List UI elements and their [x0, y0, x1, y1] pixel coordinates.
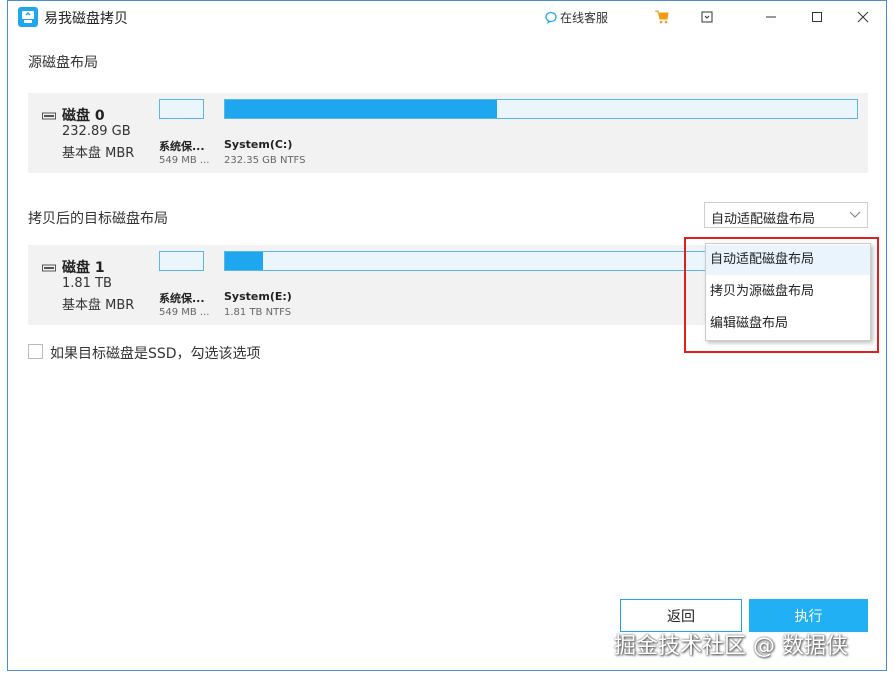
source-partition-c-usage [225, 100, 497, 118]
close-button[interactable] [852, 7, 874, 27]
watermark: 掘金技术社区 @ 数据侠 [614, 634, 848, 659]
close-icon [857, 11, 869, 23]
red-highlight-box [684, 237, 879, 353]
target-partition-reserved-label: 系统保... [159, 292, 205, 305]
hard-drive-icon [42, 112, 56, 120]
app-logo-icon [18, 7, 38, 27]
source-partition-reserved-size: 549 MB ... [159, 155, 210, 166]
target-partition-reserved-size: 549 MB ... [159, 307, 210, 318]
target-section-title: 拷贝后的目标磁盘布局 [28, 211, 168, 227]
source-disk-name: 磁盘 0 [62, 108, 105, 124]
layout-select-value: 自动适配磁盘布局 [711, 212, 816, 227]
source-partition-reserved-label: 系统保... [159, 140, 205, 153]
title-bar: 易我磁盘拷贝 在线客服 [8, 1, 886, 33]
source-partition-c-size: 232.35 GB NTFS [224, 155, 306, 166]
ssd-checkbox-label: 如果目标磁盘是SSD，勾选该选项 [50, 346, 261, 362]
layout-select[interactable]: 自动适配磁盘布局 [704, 202, 868, 228]
maximize-button[interactable] [806, 7, 828, 27]
menu-square-icon [701, 11, 713, 23]
menu-button[interactable] [696, 7, 718, 27]
ssd-checkbox[interactable] [28, 344, 43, 359]
source-partition-system-reserved[interactable] [159, 99, 204, 119]
online-support-link[interactable]: 在线客服 [544, 9, 608, 26]
hard-drive-icon [42, 264, 56, 272]
target-disk-type: 基本盘 MBR [62, 298, 135, 313]
source-partition-c[interactable] [224, 99, 858, 119]
minimize-button[interactable] [760, 7, 782, 27]
source-section-title: 源磁盘布局 [28, 55, 98, 71]
minimize-icon [766, 16, 776, 18]
target-partition-e-size: 1.81 TB NTFS [224, 307, 292, 318]
source-disk-type: 基本盘 MBR [62, 146, 135, 161]
cart-icon[interactable] [654, 9, 670, 25]
app-window: 易我磁盘拷贝 在线客服 源磁盘布局 磁盘 0 232.89 GB 基本盘 MBR [7, 0, 887, 671]
source-disk-panel: 磁盘 0 232.89 GB 基本盘 MBR 系统保... 549 MB ...… [28, 93, 868, 173]
app-title: 易我磁盘拷贝 [44, 11, 128, 27]
source-partition-c-label: System(C:) [224, 138, 293, 151]
target-disk-size: 1.81 TB [62, 276, 112, 291]
online-support-label: 在线客服 [560, 11, 609, 25]
target-partition-e-label: System(E:) [224, 290, 292, 303]
chat-bubble-icon [545, 11, 557, 24]
target-partition-e-usage [225, 252, 263, 270]
maximize-icon [812, 12, 822, 22]
target-partition-system-reserved[interactable] [159, 251, 204, 271]
chevron-down-icon [849, 211, 861, 218]
target-disk-name: 磁盘 1 [62, 260, 105, 276]
source-disk-size: 232.89 GB [62, 124, 131, 139]
